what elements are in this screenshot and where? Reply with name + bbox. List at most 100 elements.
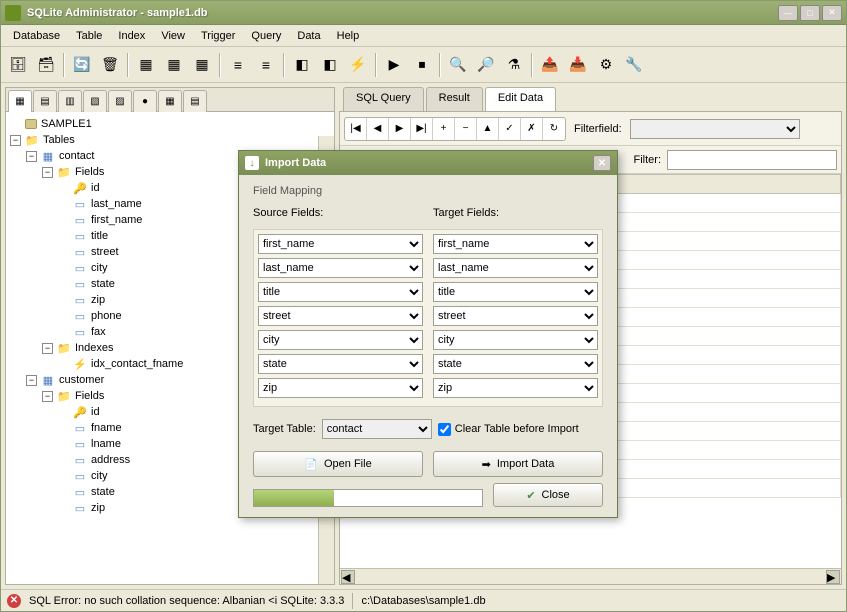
source-field-select[interactable]: first_name xyxy=(258,234,423,254)
source-field-select[interactable]: street xyxy=(258,306,423,326)
source-field-select[interactable]: last_name xyxy=(258,258,423,278)
dialog-close-button[interactable]: ✕ xyxy=(593,155,611,171)
last-record-button[interactable]: ▶| xyxy=(411,118,433,140)
edit-record-button[interactable]: ▲ xyxy=(477,118,499,140)
menu-index[interactable]: Index xyxy=(110,27,153,45)
menu-table[interactable]: Table xyxy=(68,27,110,45)
cancel-button[interactable]: ✗ xyxy=(521,118,543,140)
db-new-icon[interactable]: 🗄 xyxy=(5,52,31,78)
tree-tab-5[interactable]: ▨ xyxy=(108,90,132,112)
dialog-titlebar[interactable]: ↓ Import Data ✕ xyxy=(239,151,617,175)
ti-folder-icon: 📁 xyxy=(25,133,39,147)
table-del-icon[interactable]: ▦ xyxy=(189,52,215,78)
filter-icon[interactable]: ⚗ xyxy=(501,52,527,78)
tree-tab-4[interactable]: ▧ xyxy=(83,90,107,112)
tree-tab-6[interactable]: ● xyxy=(133,90,157,112)
tab-sql-query[interactable]: SQL Query xyxy=(343,87,424,111)
status-path: c:\Databases\sample1.db xyxy=(361,595,485,607)
import-icon[interactable]: 📥 xyxy=(565,52,591,78)
tree-label: lname xyxy=(91,438,121,450)
separator xyxy=(352,593,353,609)
tree-tab-2[interactable]: ▤ xyxy=(33,90,57,112)
file-icon: 📄 xyxy=(304,458,318,471)
tree-tab-3[interactable]: ▥ xyxy=(58,90,82,112)
tree-tab-8[interactable]: ▤ xyxy=(183,90,207,112)
scroll-right-button[interactable]: ▶ xyxy=(826,570,840,584)
source-field-select[interactable]: zip xyxy=(258,378,423,398)
source-field-select[interactable]: title xyxy=(258,282,423,302)
tree-toggle[interactable]: − xyxy=(42,167,53,178)
db-refresh-icon[interactable]: 🔄 xyxy=(69,52,95,78)
mapping-row: street street xyxy=(258,306,598,326)
filter-input[interactable] xyxy=(667,150,837,170)
view-del-icon[interactable]: ◧ xyxy=(317,52,343,78)
dialog-close-btn[interactable]: ✔ Close xyxy=(493,483,603,507)
db-delete-icon[interactable]: 🗑 xyxy=(97,52,123,78)
delete-record-button[interactable]: − xyxy=(455,118,477,140)
target-field-select[interactable]: state xyxy=(433,354,598,374)
refresh-button[interactable]: ↻ xyxy=(543,118,565,140)
tree-toggle[interactable]: − xyxy=(26,375,37,386)
index-new-icon[interactable]: ≡ xyxy=(225,52,251,78)
tab-edit-data[interactable]: Edit Data xyxy=(485,87,556,111)
target-field-select[interactable]: street xyxy=(433,306,598,326)
tree-toggle[interactable]: − xyxy=(42,391,53,402)
tab-result[interactable]: Result xyxy=(426,87,483,111)
source-field-select[interactable]: city xyxy=(258,330,423,350)
post-button[interactable]: ✓ xyxy=(499,118,521,140)
source-field-select[interactable]: state xyxy=(258,354,423,374)
scroll-left-button[interactable]: ◀ xyxy=(341,570,355,584)
tree-tables[interactable]: − 📁 Tables xyxy=(10,132,330,148)
add-record-button[interactable]: + xyxy=(433,118,455,140)
menu-view[interactable]: View xyxy=(153,27,193,45)
open-file-button[interactable]: 📄 Open File xyxy=(253,451,423,477)
settings-icon[interactable]: ⚙ xyxy=(593,52,619,78)
trigger-icon[interactable]: ⚡ xyxy=(345,52,371,78)
target-table-select[interactable]: contact xyxy=(322,419,432,439)
tree-toggle[interactable]: − xyxy=(26,151,37,162)
table-new-icon[interactable]: ▦ xyxy=(133,52,159,78)
target-field-select[interactable]: zip xyxy=(433,378,598,398)
tree-label: Fields xyxy=(75,166,104,178)
export-icon[interactable]: 📤 xyxy=(537,52,563,78)
minimize-button[interactable]: — xyxy=(778,5,798,21)
target-field-select[interactable]: first_name xyxy=(433,234,598,254)
tree-toggle[interactable]: − xyxy=(42,343,53,354)
clear-table-checkbox[interactable]: Clear Table before Import xyxy=(438,423,579,436)
query-run-icon[interactable]: ▶ xyxy=(381,52,407,78)
tree-toggle[interactable]: − xyxy=(10,135,21,146)
tree-tab-1[interactable]: ▦ xyxy=(8,90,32,112)
first-record-button[interactable]: |◀ xyxy=(345,118,367,140)
data-tabs: SQL Query Result Edit Data xyxy=(339,87,842,111)
next-record-button[interactable]: ▶ xyxy=(389,118,411,140)
target-field-select[interactable]: city xyxy=(433,330,598,350)
filter-label: Filter: xyxy=(634,154,662,166)
target-field-select[interactable]: title xyxy=(433,282,598,302)
tree-database[interactable]: SAMPLE1 xyxy=(10,116,330,132)
maximize-button[interactable]: □ xyxy=(800,5,820,21)
tool-icon[interactable]: 🔧 xyxy=(621,52,647,78)
separator xyxy=(375,53,377,77)
target-field-select[interactable]: last_name xyxy=(433,258,598,278)
prev-record-button[interactable]: ◀ xyxy=(367,118,389,140)
filterfield-select[interactable] xyxy=(630,119,800,139)
tree-label: state xyxy=(91,486,115,498)
menu-help[interactable]: Help xyxy=(329,27,368,45)
index-del-icon[interactable]: ≡ xyxy=(253,52,279,78)
menu-database[interactable]: Database xyxy=(5,27,68,45)
replace-icon[interactable]: 🔎 xyxy=(473,52,499,78)
menu-query[interactable]: Query xyxy=(243,27,289,45)
db-open-icon[interactable]: 🗃 xyxy=(33,52,59,78)
menu-data[interactable]: Data xyxy=(289,27,328,45)
tree-tab-7[interactable]: ▦ xyxy=(158,90,182,112)
query-stop-icon[interactable]: ⏹ xyxy=(409,52,435,78)
close-button[interactable]: ✕ xyxy=(822,5,842,21)
menu-trigger[interactable]: Trigger xyxy=(193,27,243,45)
view-new-icon[interactable]: ◧ xyxy=(289,52,315,78)
table-edit-icon[interactable]: ▦ xyxy=(161,52,187,78)
import-data-button[interactable]: ➡ Import Data xyxy=(433,451,603,477)
horizontal-scrollbar[interactable]: ◀ ▶ xyxy=(340,568,841,584)
clear-table-input[interactable] xyxy=(438,423,451,436)
find-icon[interactable]: 🔍 xyxy=(445,52,471,78)
mapping-row: title title xyxy=(258,282,598,302)
